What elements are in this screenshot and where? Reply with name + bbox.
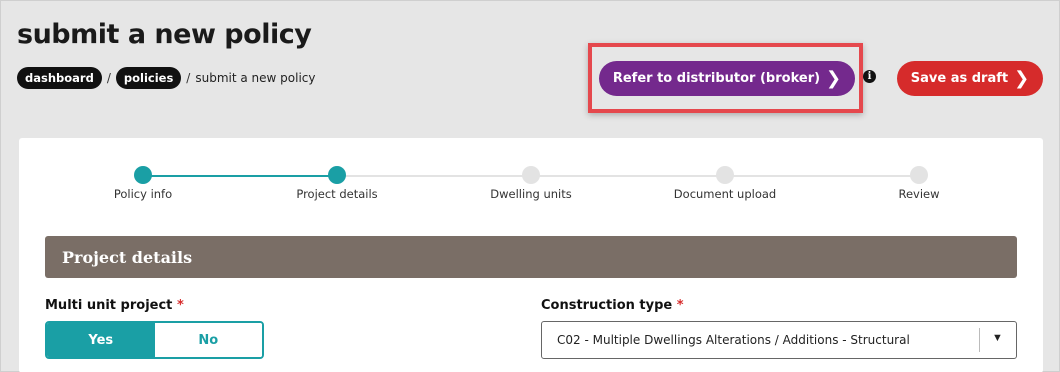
refer-to-distributor-button[interactable]: Refer to distributor (broker) ❯ (599, 61, 855, 96)
multi-unit-label: Multi unit project * (45, 298, 184, 313)
section-title: Project details (62, 247, 193, 267)
multi-unit-toggle[interactable]: Yes No (45, 321, 264, 359)
section-header-project-details: Project details (45, 236, 1017, 278)
breadcrumb: dashboard / policies / submit a new poli… (17, 67, 315, 89)
construction-type-label-text: Construction type (541, 298, 673, 313)
step-dot-project-details[interactable] (328, 166, 346, 184)
step-label-dwelling-units: Dwelling units (490, 187, 572, 201)
breadcrumb-separator: / (186, 71, 191, 85)
chevron-down-icon[interactable]: ▼ (992, 332, 1003, 344)
step-dot-review (910, 166, 928, 184)
step-connector (337, 175, 531, 177)
page-title: submit a new policy (17, 19, 312, 50)
required-marker: * (176, 298, 184, 313)
step-dot-dwelling-units (522, 166, 540, 184)
step-label-policy-info: Policy info (113, 187, 173, 201)
chevron-right-icon: ❯ (1014, 67, 1030, 89)
select-divider (979, 328, 980, 352)
info-icon[interactable]: i (863, 70, 876, 83)
app-frame: submit a new policy dashboard / policies… (0, 0, 1060, 372)
step-dot-document-upload (716, 166, 734, 184)
breadcrumb-separator: / (106, 71, 111, 85)
step-dot-policy-info[interactable] (134, 166, 152, 184)
refer-button-label: Refer to distributor (broker) (612, 71, 821, 86)
multi-unit-label-text: Multi unit project (45, 298, 173, 313)
breadcrumb-current: submit a new policy (195, 71, 316, 85)
step-connector (531, 175, 725, 177)
toggle-option-yes[interactable]: Yes (47, 323, 155, 357)
breadcrumb-dashboard[interactable]: dashboard (17, 67, 102, 89)
save-as-draft-button[interactable]: Save as draft ❯ (897, 61, 1043, 96)
step-connector (725, 175, 919, 177)
draft-button-label: Save as draft (910, 71, 1009, 86)
step-label-document-upload: Document upload (673, 187, 777, 201)
breadcrumb-policies[interactable]: policies (115, 67, 182, 89)
toggle-option-no[interactable]: No (154, 323, 262, 357)
step-label-review: Review (898, 187, 940, 201)
construction-type-value: C02 - Multiple Dwellings Alterations / A… (557, 333, 910, 347)
chevron-right-icon: ❯ (826, 67, 842, 89)
required-marker: * (676, 298, 684, 313)
step-connector (143, 175, 337, 177)
progress-stepper: Policy info Project details Dwelling uni… (19, 138, 1043, 223)
construction-type-label: Construction type * (541, 298, 684, 313)
construction-type-select[interactable]: C02 - Multiple Dwellings Alterations / A… (541, 321, 1017, 359)
step-label-project-details: Project details (296, 187, 378, 201)
